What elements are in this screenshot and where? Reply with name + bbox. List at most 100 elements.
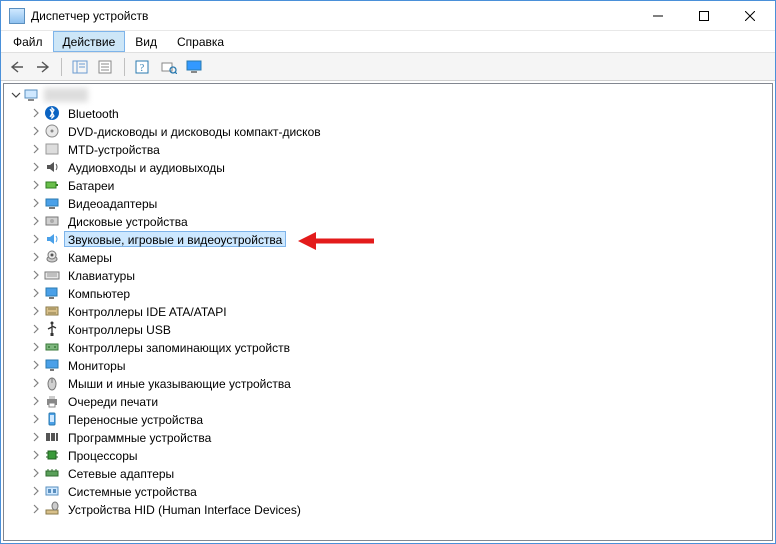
expander-closed-icon[interactable] (28, 213, 44, 229)
expander-closed-icon[interactable] (28, 267, 44, 283)
tree-category-label[interactable]: Контроллеры IDE ATA/ATAPI (64, 303, 231, 319)
expander-closed-icon[interactable] (28, 195, 44, 211)
tree-category-node[interactable]: Устройства HID (Human Interface Devices) (28, 500, 772, 518)
menu-help[interactable]: Справка (167, 31, 234, 52)
tree-category-node[interactable]: Видеоадаптеры (28, 194, 772, 212)
forward-button[interactable] (31, 56, 55, 78)
expander-closed-icon[interactable] (28, 339, 44, 355)
expander-closed-icon[interactable] (28, 141, 44, 157)
tree-category-label[interactable]: Контроллеры запоминающих устройств (64, 339, 294, 355)
expander-closed-icon[interactable] (28, 447, 44, 463)
tree-category-node[interactable]: Сетевые адаптеры (28, 464, 772, 482)
tree-category-label[interactable]: Аудиовходы и аудиовыходы (64, 159, 229, 175)
titlebar: Диспетчер устройств (1, 1, 775, 31)
tree-category-label[interactable]: DVD-дисководы и дисководы компакт-дисков (64, 123, 325, 139)
tree-category-label[interactable]: Мониторы (64, 357, 129, 373)
tree-category-node[interactable]: Аудиовходы и аудиовыходы (28, 158, 772, 176)
tree-category-node[interactable]: Компьютер (28, 284, 772, 302)
tree-category-node[interactable]: Звуковые, игровые и видеоустройства (28, 230, 772, 248)
tree-category-label[interactable]: Переносные устройства (64, 411, 207, 427)
expander-closed-icon[interactable] (28, 159, 44, 175)
tree-category-label[interactable]: Клавиатуры (64, 267, 139, 283)
tree-category-node[interactable]: Очереди печати (28, 392, 772, 410)
tree-category-node[interactable]: MTD-устройства (28, 140, 772, 158)
expander-closed-icon[interactable] (28, 177, 44, 193)
tree-category-node[interactable]: Мониторы (28, 356, 772, 374)
device-manager-window: Диспетчер устройств Файл Действие Вид Сп… (0, 0, 776, 544)
back-button[interactable] (5, 56, 29, 78)
audio-icon (44, 159, 60, 175)
close-button[interactable] (727, 1, 773, 31)
tree-category-label[interactable]: Видеоадаптеры (64, 195, 161, 211)
expander-closed-icon[interactable] (28, 357, 44, 373)
device-tree[interactable]: Bluetooth DVD-дисководы и дисководы компа… (3, 83, 773, 541)
tree-category-node[interactable]: Контроллеры запоминающих устройств (28, 338, 772, 356)
minimize-icon (653, 11, 663, 21)
tree-category-node[interactable]: Переносные устройства (28, 410, 772, 428)
show-hide-tree-button[interactable] (68, 56, 92, 78)
expander-closed-icon[interactable] (28, 231, 44, 247)
window-title: Диспетчер устройств (31, 9, 148, 23)
expander-closed-icon[interactable] (28, 123, 44, 139)
expander-closed-icon[interactable] (28, 285, 44, 301)
tree-category-node[interactable]: Процессоры (28, 446, 772, 464)
tree-category-node[interactable]: Мыши и иные указывающие устройства (28, 374, 772, 392)
tree-category-label[interactable]: Bluetooth (64, 105, 123, 121)
tree-category-node[interactable]: Клавиатуры (28, 266, 772, 284)
tree-category-label[interactable]: Батареи (64, 177, 118, 193)
expander-closed-icon[interactable] (28, 501, 44, 517)
remote-computer-button[interactable] (183, 56, 207, 78)
tree-category-label[interactable]: Мыши и иные указывающие устройства (64, 375, 295, 391)
expander-closed-icon[interactable] (28, 249, 44, 265)
tree-category-label[interactable]: Программные устройства (64, 429, 215, 445)
tree-category-node[interactable]: DVD-дисководы и дисководы компакт-дисков (28, 122, 772, 140)
expander-closed-icon[interactable] (28, 321, 44, 337)
tree-root-node[interactable] (8, 86, 772, 104)
menu-file[interactable]: Файл (3, 31, 53, 52)
expander-closed-icon[interactable] (28, 303, 44, 319)
optical-icon (44, 123, 60, 139)
tree-category-label[interactable]: Системные устройства (64, 483, 201, 499)
expander-closed-icon[interactable] (28, 105, 44, 121)
tree-category-label[interactable]: Очереди печати (64, 393, 162, 409)
menu-view[interactable]: Вид (125, 31, 167, 52)
maximize-button[interactable] (681, 1, 727, 31)
tree-category-label[interactable]: Дисковые устройства (64, 213, 192, 229)
tree-category-label[interactable]: Контроллеры USB (64, 321, 175, 337)
keyboard-icon (44, 267, 60, 283)
arrow-left-icon (10, 61, 24, 73)
expander-closed-icon[interactable] (28, 429, 44, 445)
ide-icon (44, 303, 60, 319)
help-button[interactable]: ? (131, 56, 155, 78)
tree-category-label[interactable]: Компьютер (64, 285, 134, 301)
expander-closed-icon[interactable] (28, 393, 44, 409)
toolbar-separator (124, 58, 125, 76)
arrow-right-icon (36, 61, 50, 73)
tree-category-node[interactable]: Контроллеры IDE ATA/ATAPI (28, 302, 772, 320)
expander-closed-icon[interactable] (28, 465, 44, 481)
tree-category-label[interactable]: Звуковые, игровые и видеоустройства (64, 231, 286, 247)
properties-button[interactable] (94, 56, 118, 78)
tree-category-label[interactable]: Камеры (64, 249, 116, 265)
expander-closed-icon[interactable] (28, 411, 44, 427)
tree-category-node[interactable]: Bluetooth (28, 104, 772, 122)
tree-category-node[interactable]: Программные устройства (28, 428, 772, 446)
tree-category-node[interactable]: Контроллеры USB (28, 320, 772, 338)
close-icon (745, 11, 755, 21)
expander-open-icon[interactable] (8, 87, 24, 103)
expander-closed-icon[interactable] (28, 483, 44, 499)
tree-category-node[interactable]: Батареи (28, 176, 772, 194)
scan-hardware-button[interactable] (157, 56, 181, 78)
expander-closed-icon[interactable] (28, 375, 44, 391)
tree-category-label[interactable]: Сетевые адаптеры (64, 465, 178, 481)
tree-category-label[interactable]: Устройства HID (Human Interface Devices) (64, 501, 305, 517)
minimize-button[interactable] (635, 1, 681, 31)
help-icon: ? (135, 60, 151, 74)
tree-category-node[interactable]: Дисковые устройства (28, 212, 772, 230)
tree-category-node[interactable]: Системные устройства (28, 482, 772, 500)
tree-category-label[interactable]: MTD-устройства (64, 141, 164, 157)
menu-action[interactable]: Действие (53, 31, 126, 52)
tree-category-label[interactable]: Процессоры (64, 447, 142, 463)
toolbar-separator (61, 58, 62, 76)
tree-category-node[interactable]: Камеры (28, 248, 772, 266)
